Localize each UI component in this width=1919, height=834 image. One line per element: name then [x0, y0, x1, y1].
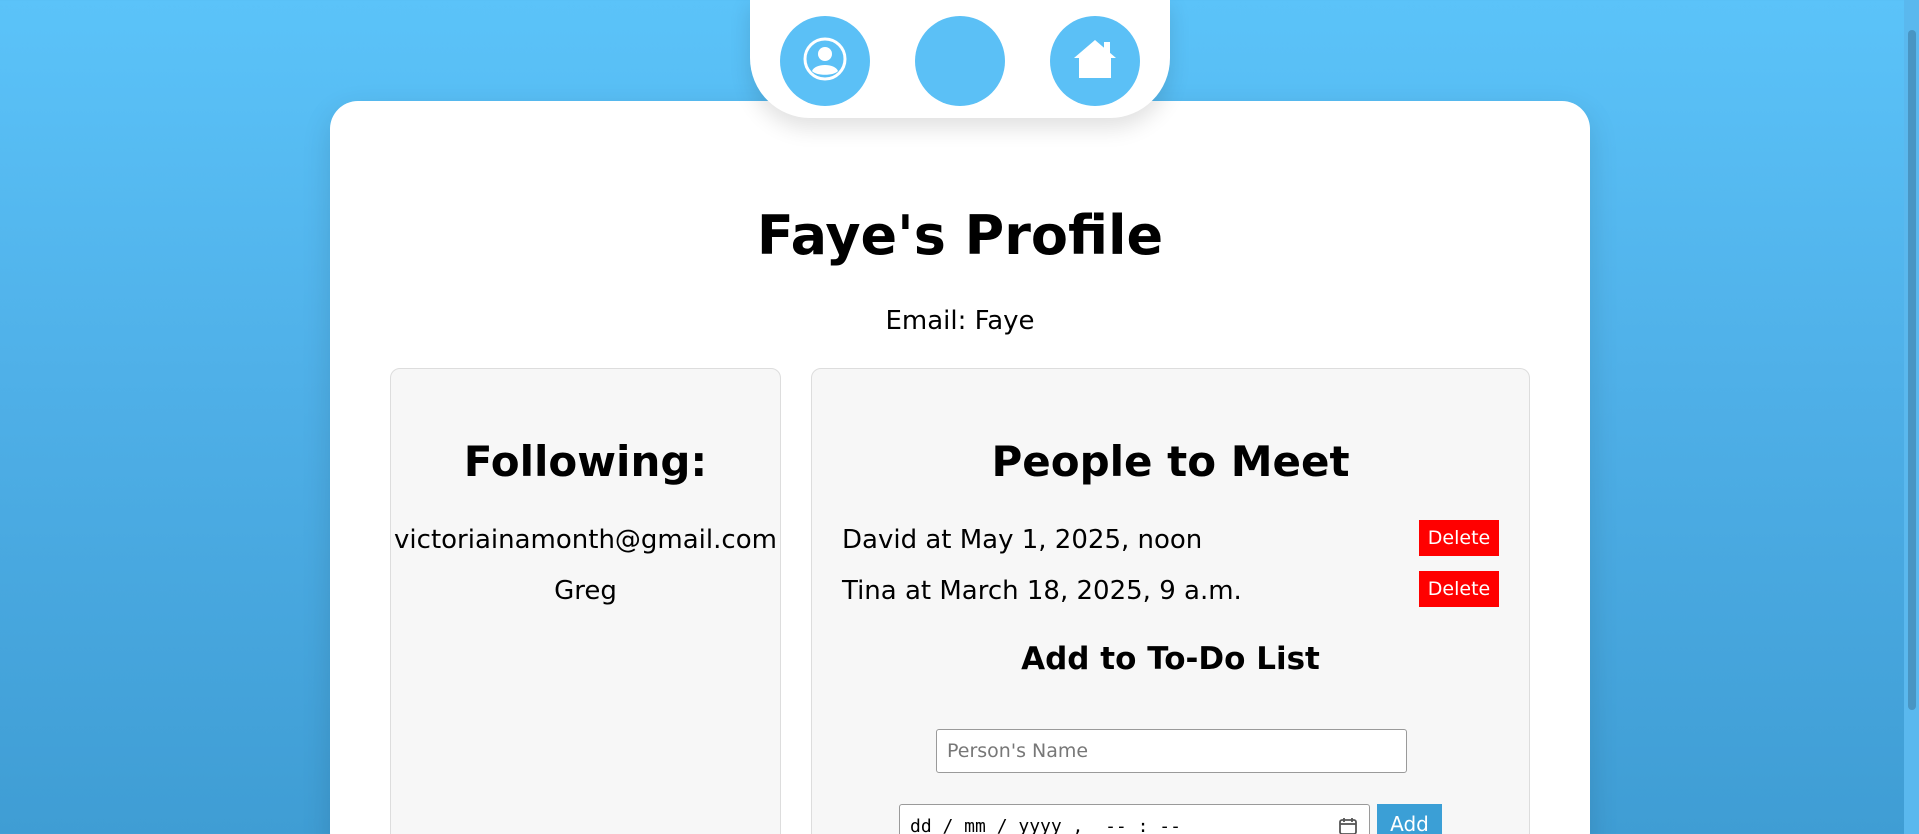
people-to-meet-panel: People to Meet David at May 1, 2025, noo… [811, 368, 1530, 834]
calendar-icon[interactable] [1337, 815, 1359, 834]
todo-heading: Add to To-Do List [1021, 641, 1320, 677]
profile-nav-button[interactable] [780, 16, 870, 106]
person-name-input[interactable] [936, 729, 1407, 773]
home-nav-button[interactable] [1050, 16, 1140, 106]
add-button[interactable]: Add [1377, 804, 1442, 834]
delete-button[interactable]: Delete [1419, 571, 1499, 607]
delete-button[interactable]: Delete [1419, 520, 1499, 556]
datetime-input[interactable]: dd / mm / yyyy , -- : -- [899, 804, 1370, 834]
datetime-placeholder: dd / mm / yyyy , -- : -- [910, 815, 1181, 834]
top-navigation [750, 0, 1170, 118]
home-icon [1071, 36, 1119, 86]
blank-nav-button[interactable] [915, 16, 1005, 106]
meet-item: Tina at March 18, 2025, 9 a.m. [842, 576, 1242, 606]
page-scrollbar[interactable] [1904, 0, 1919, 834]
following-panel: Following: victoriainamonth@gmail.com Gr… [390, 368, 781, 834]
following-item: victoriainamonth@gmail.com [394, 525, 777, 555]
scrollbar-thumb[interactable] [1908, 30, 1916, 710]
email-line: Email: Faye [885, 306, 1035, 336]
people-to-meet-heading: People to Meet [991, 437, 1350, 486]
following-heading: Following: [463, 437, 708, 486]
meet-item: David at May 1, 2025, noon [842, 525, 1203, 555]
user-circle-icon [802, 36, 848, 86]
profile-card: Faye's Profile Email: Faye Following: vi… [330, 101, 1590, 834]
page-title: Faye's Profile [756, 204, 1164, 267]
following-item: Greg [554, 576, 617, 606]
